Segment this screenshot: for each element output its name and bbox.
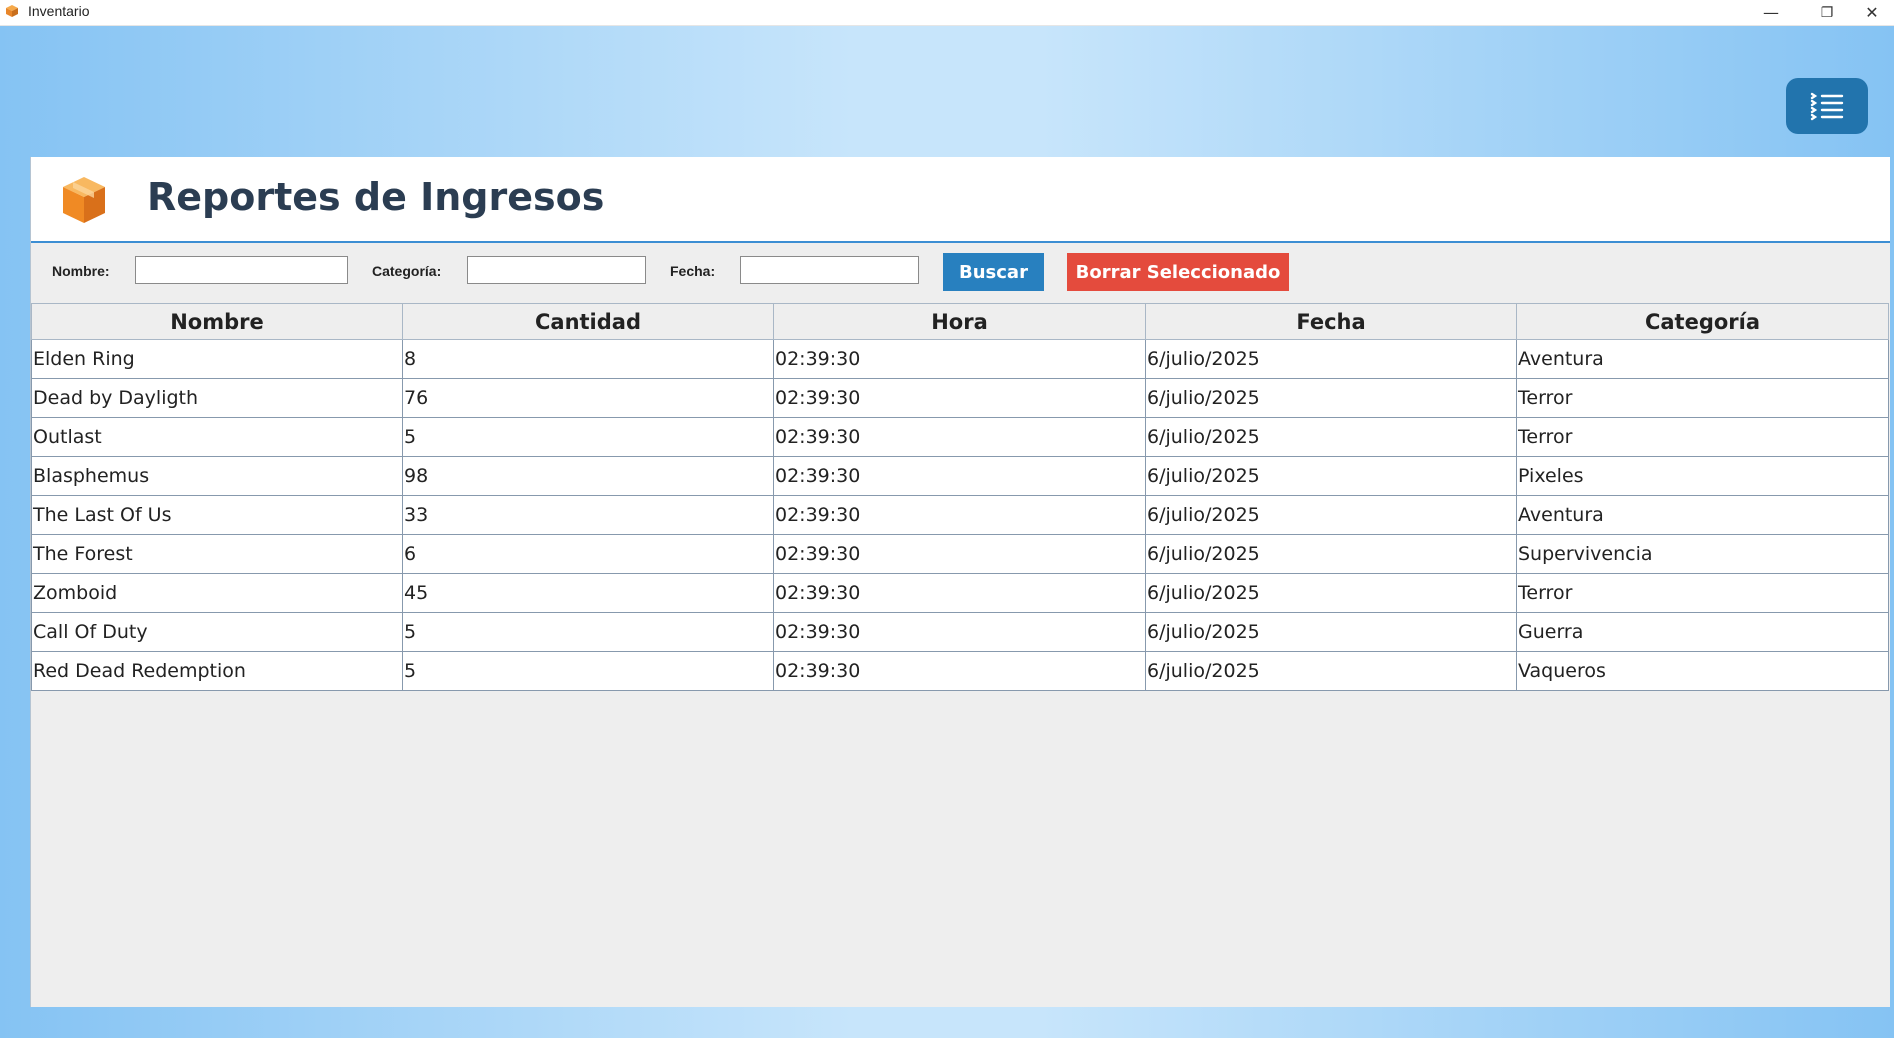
- table-cell-hora[interactable]: 02:39:30: [773, 534, 1146, 574]
- table-cell-fecha[interactable]: 6/julio/2025: [1145, 456, 1517, 496]
- table-row[interactable]: Blasphemus 98 02:39:30 6/julio/2025 Pixeles: [31, 456, 1889, 496]
- table-cell-nombre[interactable]: Call Of Duty: [31, 612, 403, 652]
- table-row[interactable]: The Last Of Us 33 02:39:30 6/julio/2025 Aven…: [31, 495, 1889, 535]
- table-cell-nombre[interactable]: The Forest: [31, 534, 403, 574]
- table-cell-categoria[interactable]: Terror: [1516, 417, 1889, 457]
- close-button[interactable]: ✕: [1850, 0, 1894, 25]
- box-icon: [63, 177, 105, 223]
- table-cell-fecha[interactable]: 6/julio/2025: [1145, 573, 1517, 613]
- table-cell-fecha[interactable]: 6/julio/2025: [1145, 651, 1517, 691]
- table-cell-fecha[interactable]: 6/julio/2025: [1145, 534, 1517, 574]
- table-cell-nombre[interactable]: Zomboid: [31, 573, 403, 613]
- table-row[interactable]: Call Of Duty 5 02:39:30 6/julio/2025 Guerra: [31, 612, 1889, 652]
- minimize-button[interactable]: —: [1748, 0, 1794, 25]
- search-button[interactable]: Buscar: [943, 253, 1044, 291]
- table-cell-categoria[interactable]: Pixeles: [1516, 456, 1889, 496]
- table-cell-fecha[interactable]: 6/julio/2025: [1145, 417, 1517, 457]
- table-cell-hora[interactable]: 02:39:30: [773, 417, 1146, 457]
- table-cell-hora[interactable]: 02:39:30: [773, 612, 1146, 652]
- table-cell-categoria[interactable]: Vaqueros: [1516, 651, 1889, 691]
- table-cell-nombre[interactable]: Outlast: [31, 417, 403, 457]
- table-cell-cantidad[interactable]: 33: [402, 495, 774, 535]
- list-menu-icon: [1810, 92, 1844, 121]
- restore-icon: ❐: [1820, 4, 1834, 21]
- window-title: Inventario: [28, 3, 90, 19]
- table-cell-categoria[interactable]: Supervivencia: [1516, 534, 1889, 574]
- table-cell-fecha[interactable]: 6/julio/2025: [1145, 339, 1517, 379]
- table-row[interactable]: Dead by Dayligth 76 02:39:30 6/julio/2025 Te…: [31, 378, 1889, 418]
- table-header-row: Nombre Cantidad Hora Fecha Categoría: [31, 303, 1889, 340]
- table-body: Elden Ring 8 02:39:30 6/julio/2025 Aventura D…: [31, 339, 1889, 691]
- table-cell-cantidad[interactable]: 8: [402, 339, 774, 379]
- table-cell-cantidad[interactable]: 5: [402, 612, 774, 652]
- table-cell-cantidad[interactable]: 76: [402, 378, 774, 418]
- report-panel: Reportes de Ingresos Nombre: Categoría: …: [30, 157, 1890, 1007]
- table-row[interactable]: The Forest 6 02:39:30 6/julio/2025 Supervive…: [31, 534, 1889, 574]
- table-cell-cantidad[interactable]: 5: [402, 651, 774, 691]
- filter-bar: Nombre: Categoría: Fecha: Buscar Borrar …: [31, 243, 1890, 301]
- categoria-label: Categoría:: [372, 263, 442, 279]
- close-icon: ✕: [1865, 3, 1879, 22]
- table-cell-categoria[interactable]: Aventura: [1516, 495, 1889, 535]
- column-header-fecha[interactable]: Fecha: [1145, 303, 1517, 340]
- table-cell-nombre[interactable]: Dead by Dayligth: [31, 378, 403, 418]
- table-cell-fecha[interactable]: 6/julio/2025: [1145, 495, 1517, 535]
- table-cell-cantidad[interactable]: 45: [402, 573, 774, 613]
- app-box-icon: [6, 5, 18, 17]
- delete-selected-button[interactable]: Borrar Seleccionado: [1067, 253, 1289, 291]
- table-cell-hora[interactable]: 02:39:30: [773, 573, 1146, 613]
- table-cell-nombre[interactable]: Blasphemus: [31, 456, 403, 496]
- page-title: Reportes de Ingresos: [147, 175, 605, 219]
- table-cell-fecha[interactable]: 6/julio/2025: [1145, 378, 1517, 418]
- table-cell-categoria[interactable]: Guerra: [1516, 612, 1889, 652]
- table-row[interactable]: Red Dead Redemption 5 02:39:30 6/julio/2025…: [31, 651, 1889, 691]
- table-cell-hora[interactable]: 02:39:30: [773, 651, 1146, 691]
- table-cell-nombre[interactable]: Elden Ring: [31, 339, 403, 379]
- table-cell-hora[interactable]: 02:39:30: [773, 339, 1146, 379]
- table-cell-cantidad[interactable]: 98: [402, 456, 774, 496]
- fecha-input[interactable]: [740, 256, 919, 284]
- table-cell-fecha[interactable]: 6/julio/2025: [1145, 612, 1517, 652]
- categoria-input[interactable]: [467, 256, 646, 284]
- table-row[interactable]: Zomboid 45 02:39:30 6/julio/2025 Terror: [31, 573, 1889, 613]
- table-cell-hora[interactable]: 02:39:30: [773, 378, 1146, 418]
- restore-button[interactable]: ❐: [1804, 0, 1850, 25]
- nombre-input[interactable]: [135, 256, 348, 284]
- table-cell-categoria[interactable]: Terror: [1516, 573, 1889, 613]
- table-cell-nombre[interactable]: Red Dead Redemption: [31, 651, 403, 691]
- table-row[interactable]: Outlast 5 02:39:30 6/julio/2025 Terror: [31, 417, 1889, 457]
- table-cell-categoria[interactable]: Terror: [1516, 378, 1889, 418]
- report-header: Reportes de Ingresos: [31, 157, 1890, 243]
- table-cell-nombre[interactable]: The Last Of Us: [31, 495, 403, 535]
- minimize-icon: —: [1763, 3, 1779, 22]
- window-titlebar: Inventario — ❐ ✕: [0, 0, 1894, 26]
- table-cell-hora[interactable]: 02:39:30: [773, 495, 1146, 535]
- nombre-label: Nombre:: [52, 263, 110, 279]
- table-cell-hora[interactable]: 02:39:30: [773, 456, 1146, 496]
- ingresos-table: Nombre Cantidad Hora Fecha Categoría Elden R…: [31, 303, 1889, 691]
- table-row[interactable]: Elden Ring 8 02:39:30 6/julio/2025 Aventura: [31, 339, 1889, 379]
- table-cell-cantidad[interactable]: 6: [402, 534, 774, 574]
- fecha-label: Fecha:: [670, 263, 716, 279]
- table-cell-categoria[interactable]: Aventura: [1516, 339, 1889, 379]
- column-header-categoria[interactable]: Categoría: [1516, 303, 1889, 340]
- column-header-hora[interactable]: Hora: [773, 303, 1146, 340]
- column-header-nombre[interactable]: Nombre: [31, 303, 403, 340]
- column-header-cantidad[interactable]: Cantidad: [402, 303, 774, 340]
- menu-button[interactable]: [1786, 78, 1868, 134]
- table-cell-cantidad[interactable]: 5: [402, 417, 774, 457]
